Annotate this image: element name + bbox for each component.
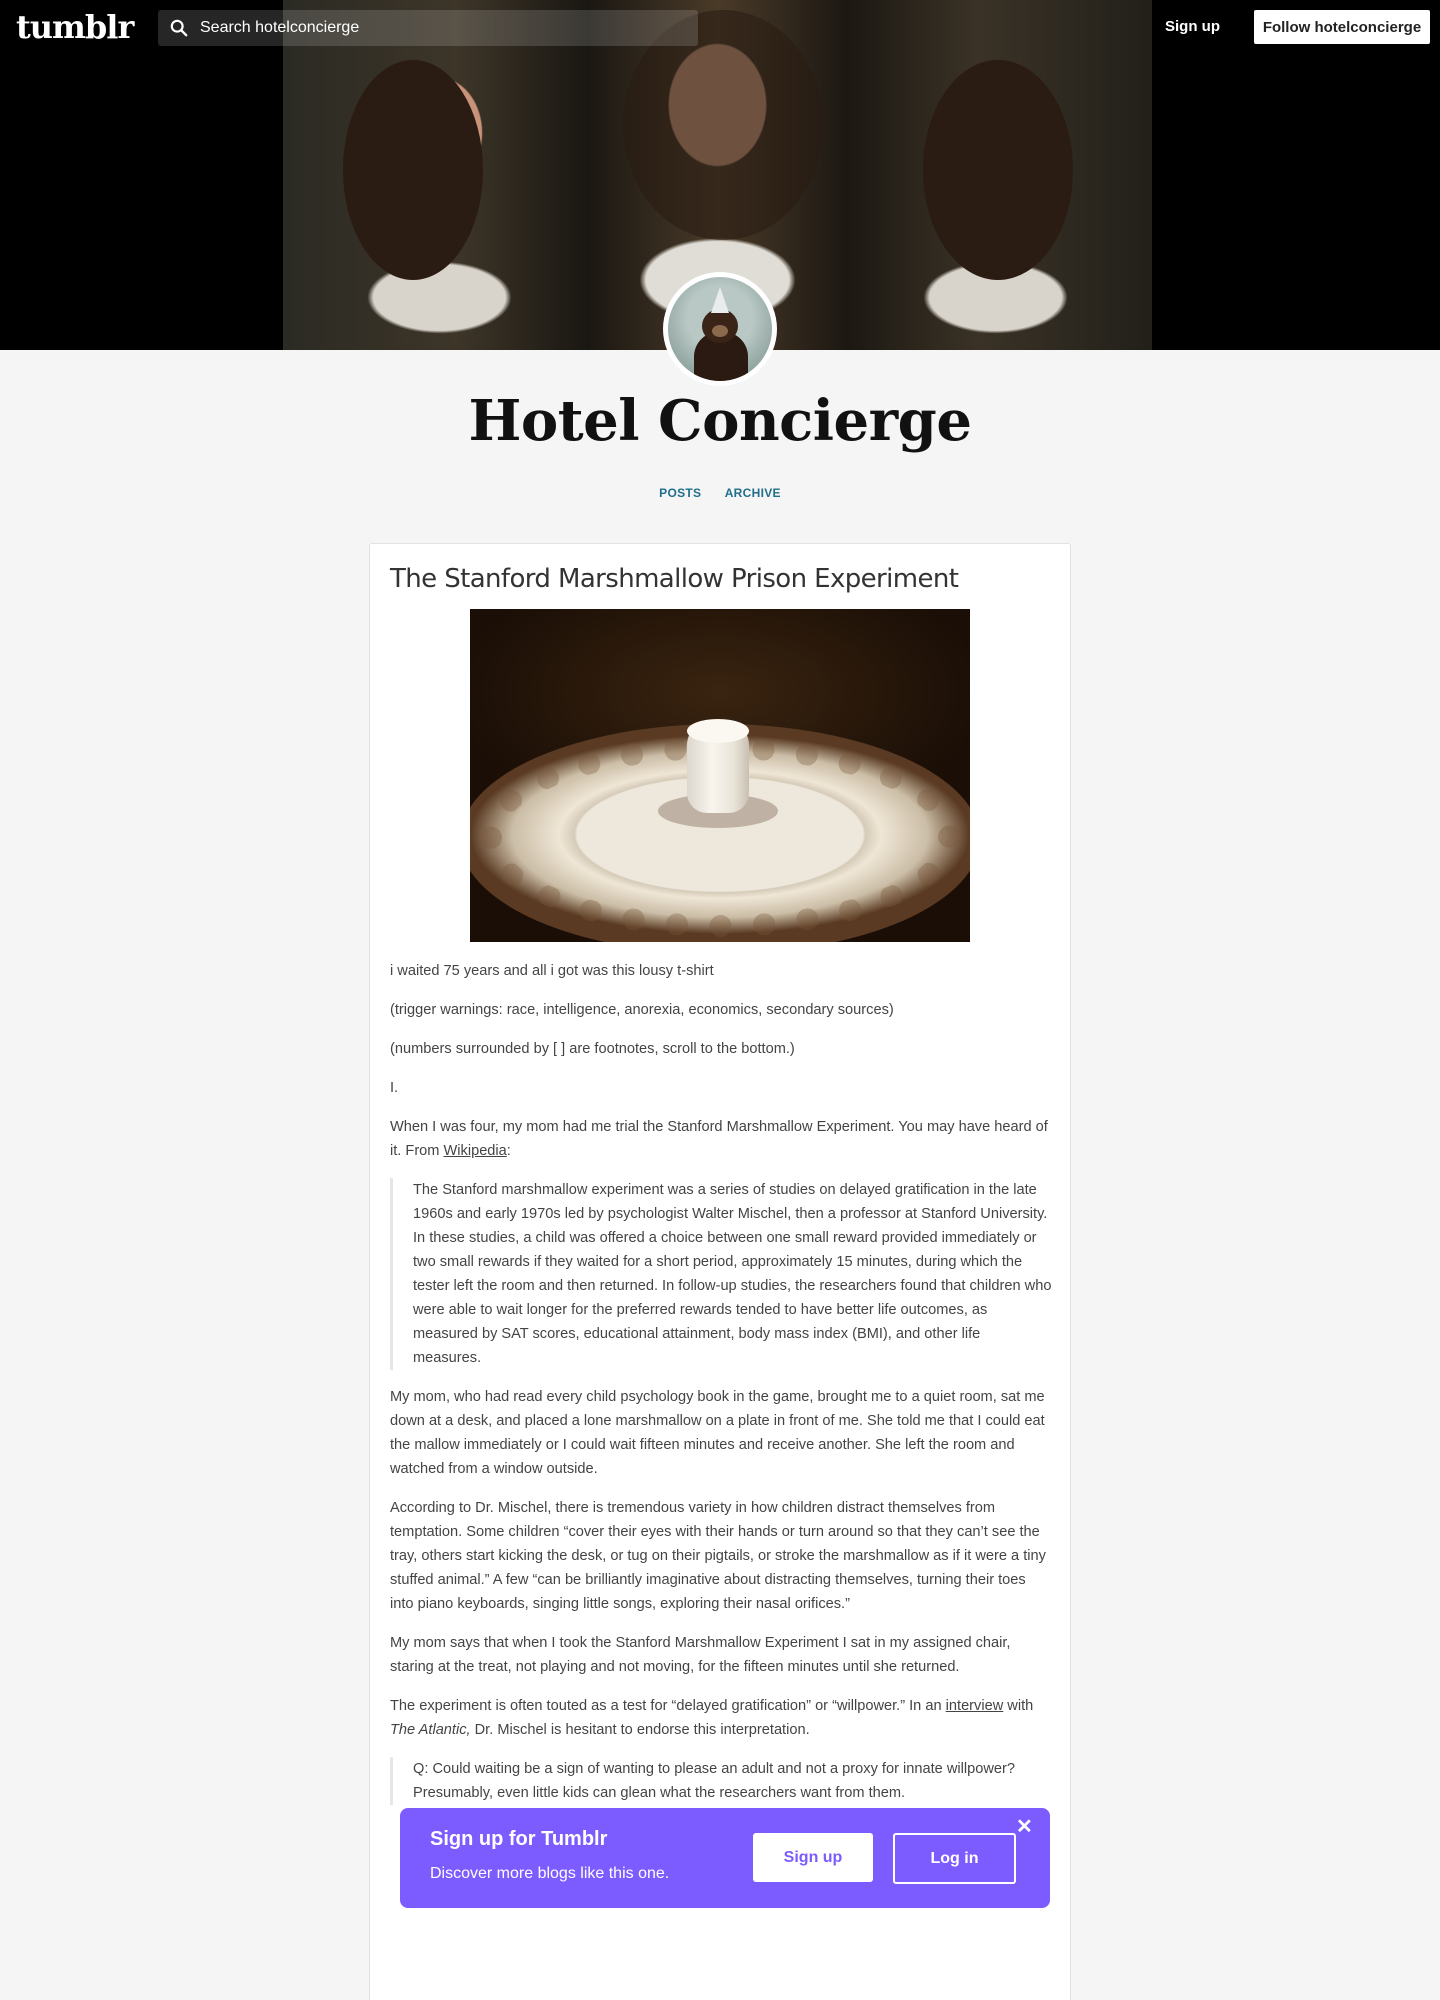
search-icon — [170, 19, 188, 37]
nav-posts[interactable]: POSTS — [659, 486, 701, 500]
blog-nav: POSTS ARCHIVE — [0, 486, 1440, 500]
paragraph: (numbers surrounded by [ ] are footnotes… — [390, 1041, 795, 1057]
signup-popup: Sign up for Tumblr Discover more blogs l… — [400, 1808, 1050, 1908]
paragraph: (trigger warnings: race, intelligence, a… — [390, 1002, 894, 1018]
close-icon[interactable]: ✕ — [1016, 1814, 1033, 1839]
paragraph: My mom says that when I took the Stanfor… — [390, 1635, 1011, 1675]
section-heading: I. — [390, 1080, 399, 1096]
blog-title[interactable]: Hotel Concierge — [0, 388, 1440, 454]
search-input[interactable] — [200, 19, 680, 37]
paragraph: i waited 75 years and all i got was this… — [390, 963, 714, 979]
avatar[interactable] — [663, 272, 777, 386]
paragraph: When I was four, my mom had me trial the… — [390, 1119, 1048, 1159]
wikipedia-link[interactable]: Wikipedia — [444, 1143, 507, 1159]
paragraph: My mom, who had read every child psychol… — [390, 1389, 1045, 1477]
post-body: i waited 75 years and all i got was this… — [390, 959, 1052, 1820]
interview-link[interactable]: interview — [946, 1698, 1004, 1714]
signup-link[interactable]: Sign up — [1165, 18, 1220, 35]
post-title[interactable]: The Stanford Marshmallow Prison Experime… — [390, 564, 959, 594]
paragraph: The experiment is often touted as a test… — [390, 1698, 1034, 1738]
popup-signup-button[interactable]: Sign up — [753, 1833, 873, 1882]
search-bar[interactable] — [158, 10, 698, 46]
nav-archive[interactable]: ARCHIVE — [725, 486, 781, 500]
blockquote: Q: Could waiting be a sign of wanting to… — [390, 1757, 1052, 1805]
blockquote: The Stanford marshmallow experiment was … — [390, 1178, 1052, 1370]
popup-login-button[interactable]: Log in — [893, 1833, 1016, 1884]
popup-title: Sign up for Tumblr — [430, 1828, 608, 1850]
popup-subtitle: Discover more blogs like this one. — [430, 1865, 670, 1882]
paragraph: According to Dr. Mischel, there is treme… — [390, 1500, 1046, 1612]
bear-avatar-image — [668, 277, 772, 381]
marshmallow-image — [470, 609, 970, 942]
follow-button[interactable]: Follow hotelconcierge — [1254, 10, 1430, 44]
tumblr-logo[interactable]: tumblr — [16, 8, 134, 46]
post-card: The Stanford Marshmallow Prison Experime… — [369, 543, 1071, 2000]
